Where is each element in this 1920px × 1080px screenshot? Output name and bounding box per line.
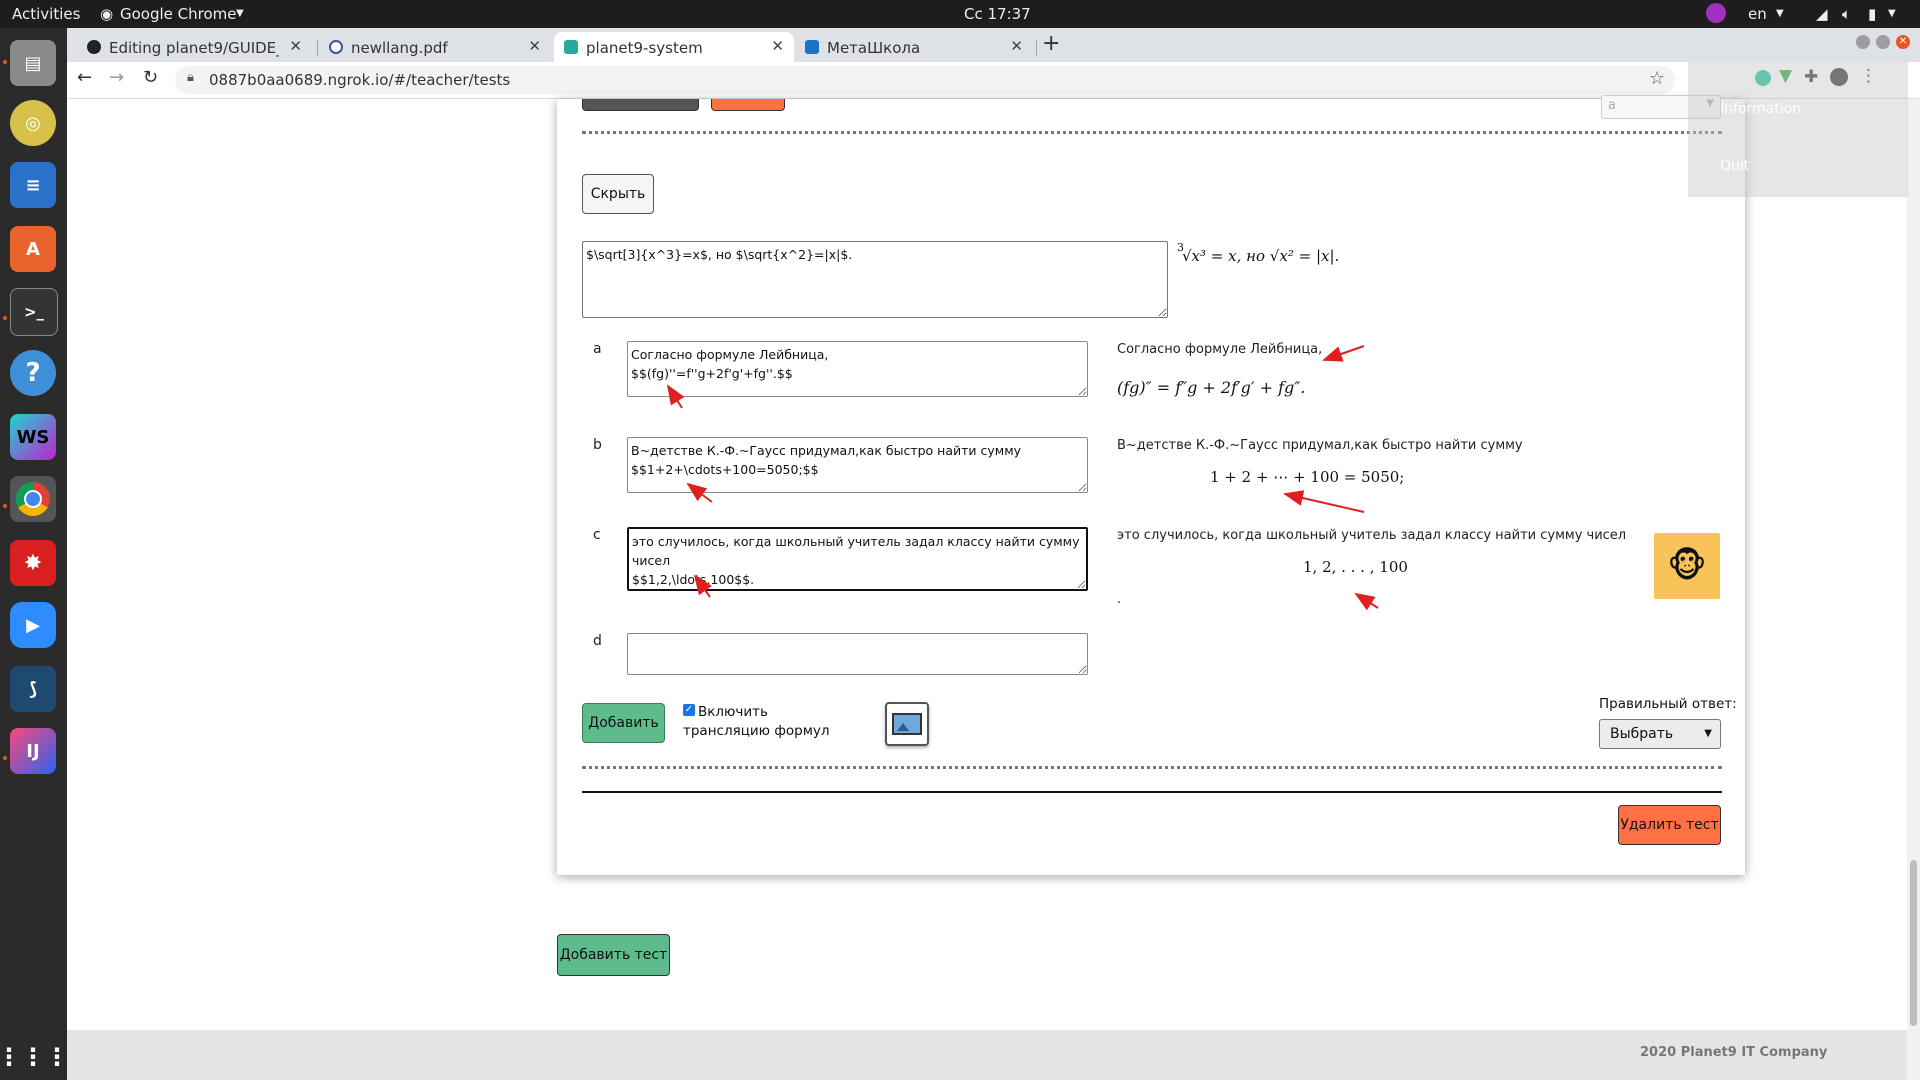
arrow-c-textarea (693, 574, 712, 598)
overlay-menu-quit[interactable]: Quit (1720, 158, 1749, 174)
formula-checkbox-label[interactable]: Включить трансляцию формул (683, 703, 848, 741)
arrow-c-preview (1354, 592, 1379, 611)
correct-answer-select[interactable]: Выбрать ▼ (1599, 719, 1721, 749)
arrow-a-textarea (666, 384, 685, 409)
solid-divider (582, 791, 1722, 793)
arrow-a-preview (1322, 345, 1365, 362)
arrow-b-preview (1283, 490, 1365, 513)
add-test-button[interactable]: Добавить тест (557, 934, 670, 976)
overlay-menu-information[interactable]: Information (1720, 101, 1801, 117)
image-icon (892, 713, 922, 735)
overlay-menu: Information Quit (1688, 62, 1908, 197)
scrollbar-thumb[interactable] (1910, 860, 1917, 1026)
footer-copyright: 2020 Planet9 IT Company (1640, 1045, 1828, 1060)
page-footer: 2020 Planet9 IT Company (67, 1030, 1907, 1080)
add-answer-button[interactable]: Добавить (582, 703, 665, 743)
delete-test-button[interactable]: Удалить тест (1618, 805, 1721, 845)
page-scrollbar[interactable] (1907, 99, 1920, 1080)
insert-image-button[interactable] (885, 702, 929, 746)
annotation-arrows (666, 345, 1379, 611)
arrow-b-textarea (686, 482, 713, 503)
correct-answer-label: Правильный ответ: (1599, 696, 1737, 712)
chevron-down-icon: ▼ (1704, 728, 1712, 739)
correct-answer-select-value: Выбрать (1610, 726, 1674, 742)
dotted-divider (582, 766, 1722, 769)
